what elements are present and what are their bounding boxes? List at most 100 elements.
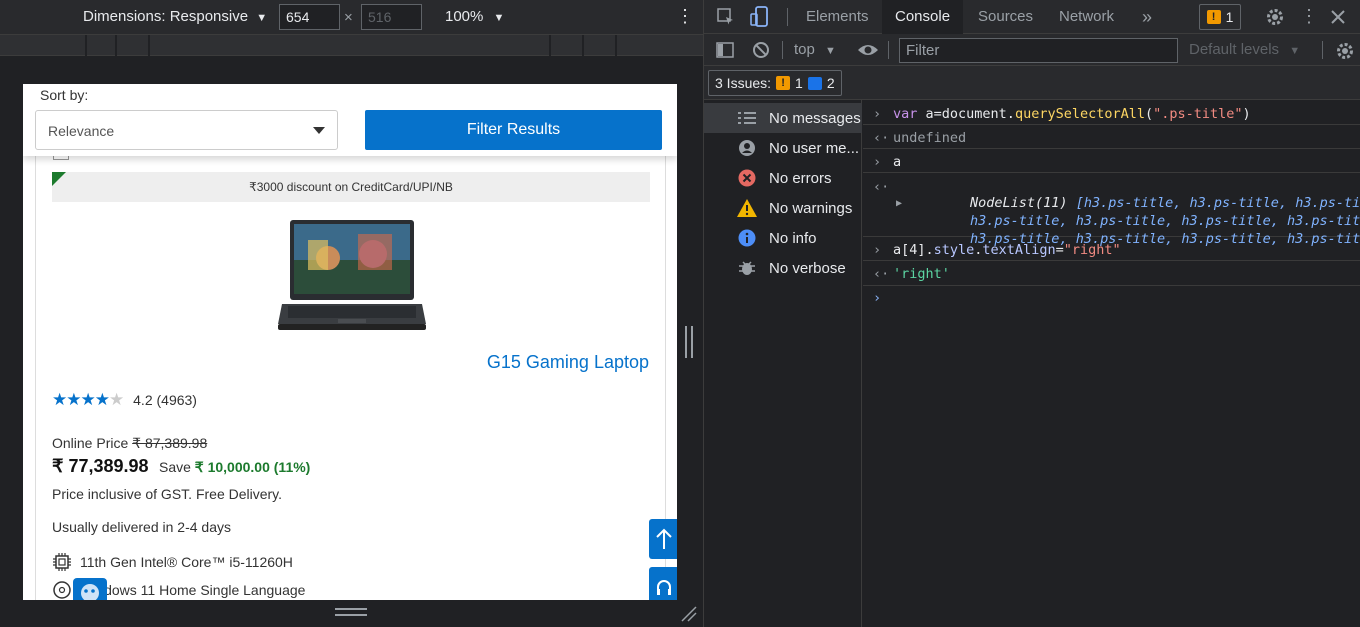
resize-bottom-handle[interactable] <box>335 608 367 616</box>
console-prompt[interactable]: › <box>863 286 1360 308</box>
save-label: Save ₹ 10,000.00 (11%) <box>158 459 311 475</box>
support-button[interactable] <box>649 567 677 600</box>
emulated-viewport: Sort by: Relevance Filter Results ₹3000 … <box>23 84 677 600</box>
promo-banner: ₹3000 discount on CreditCard/UPI/NB <box>52 172 650 202</box>
console-settings-icon[interactable] <box>1335 41 1355 61</box>
chevron-right-icon: › <box>873 154 882 170</box>
spec-cpu: 11th Gen Intel® Core™ i5-11260H <box>52 552 293 572</box>
resize-corner-icon[interactable] <box>680 605 698 623</box>
dimensions-dropdown[interactable]: Dimensions: Responsive ▼ <box>83 8 267 25</box>
error-icon <box>737 168 757 188</box>
sidebar-item-label: No verbose <box>769 259 846 277</box>
tab-elements[interactable]: Elements <box>793 0 882 34</box>
caret-down-icon <box>313 127 325 134</box>
issues-info-count: 2 <box>826 75 835 91</box>
star-icon: ★ <box>94 390 110 409</box>
tab-console[interactable]: Console <box>882 0 964 34</box>
device-toggle-icon[interactable] <box>750 6 770 28</box>
bug-icon <box>737 258 757 278</box>
rating-text: 4.2 (4963) <box>133 392 197 408</box>
sort-select[interactable]: Relevance <box>35 110 338 150</box>
sidebar-item-verbose[interactable]: No verbose <box>704 253 862 283</box>
clear-console-icon[interactable] <box>752 41 770 59</box>
online-price-label: Online Price <box>52 435 129 451</box>
warning-badge-icon: ! <box>776 76 791 90</box>
tab-network[interactable]: Network <box>1046 0 1127 34</box>
user-icon <box>737 138 757 158</box>
star-icon: ★ <box>52 390 67 409</box>
console-result-nodelist[interactable]: ‹· NodeList(11) [h3.ps-title, h3.ps-titl… <box>863 173 1360 247</box>
media-query-ruler[interactable] <box>0 34 703 56</box>
sidebar-item-warnings[interactable]: No warnings <box>704 193 862 223</box>
chevron-down-icon: ▼ <box>825 45 836 57</box>
back-to-top-button[interactable] <box>649 519 677 559</box>
warning-badge-icon: ! <box>1206 10 1221 24</box>
device-emulation-pane: Dimensions: Responsive ▼ 654 × 516 100% … <box>0 0 703 627</box>
sidebar-item-user-messages[interactable]: No user me... <box>704 133 862 163</box>
chat-icon[interactable] <box>73 578 107 600</box>
return-arrow-icon: ‹· <box>873 266 890 282</box>
save-amount: ₹ 10,000.00 (11%) <box>194 459 311 475</box>
online-price-old: ₹ 87,389.98 <box>132 435 208 451</box>
product-card: ₹3000 discount on CreditCard/UPI/NB G15 … <box>35 150 666 600</box>
chevron-down-icon: ▼ <box>256 12 268 24</box>
arrow-up-icon <box>656 528 672 549</box>
more-options-icon[interactable]: ⋮ <box>1300 6 1318 27</box>
console-toolbar: top ▼ Filter Default levels ▼ <box>704 34 1360 66</box>
warning-icon <box>737 198 757 218</box>
zoom-label: 100% <box>445 8 484 25</box>
sidebar-item-label: No info <box>769 229 817 247</box>
resize-right-handle[interactable] <box>685 326 693 358</box>
issues-button[interactable]: 3 Issues: ! 1 2 <box>708 70 842 96</box>
chevron-down-icon: ▼ <box>1289 45 1301 57</box>
price-row: ₹ 77,389.98 Save ₹ 10,000.00 (11%) <box>52 456 310 477</box>
issues-count: 1 <box>1225 9 1234 25</box>
dimensions-label: Dimensions: Responsive <box>83 8 249 25</box>
more-options-icon[interactable]: ⋮ <box>676 6 694 27</box>
console-input-line: › var a=document.querySelectorAll(".ps-t… <box>863 100 1360 125</box>
context-selector[interactable]: top ▼ <box>794 41 836 58</box>
settings-icon[interactable] <box>1265 7 1285 27</box>
console-input-line: › a <box>863 149 1360 173</box>
sidebar-item-label: No errors <box>769 169 832 187</box>
live-expression-eye-icon[interactable] <box>857 42 879 58</box>
sidebar-item-label: No messages <box>769 109 861 127</box>
laptop-image[interactable] <box>278 220 426 332</box>
info-icon <box>737 228 757 248</box>
issues-counter-button[interactable]: ! 1 <box>1199 4 1241 30</box>
console-filter-input[interactable]: Filter <box>899 38 1178 63</box>
zoom-dropdown[interactable]: 100% ▼ <box>445 8 504 25</box>
log-levels-dropdown[interactable]: Default levels ▼ <box>1189 41 1300 58</box>
sidebar-item-info[interactable]: No info <box>704 223 862 253</box>
width-input[interactable]: 654 <box>279 4 340 30</box>
height-input[interactable]: 516 <box>361 4 422 30</box>
inspect-element-icon[interactable] <box>717 8 735 26</box>
times-sign: × <box>344 9 353 26</box>
sort-label: Sort by: <box>40 87 89 103</box>
star-icon: ★ <box>66 390 81 409</box>
issues-bar: 3 Issues: ! 1 2 <box>704 66 1360 100</box>
sort-filter-panel: Sort by: Relevance Filter Results <box>23 84 677 156</box>
star-icon: ★ <box>80 390 96 409</box>
promo-flag-icon <box>52 172 66 186</box>
spec-os-text: Windows 11 Home Single Language <box>80 582 306 598</box>
sidebar-item-messages[interactable]: No messages <box>704 103 862 133</box>
filter-results-button[interactable]: Filter Results <box>365 110 662 150</box>
devtools-tabbar: Elements Console Sources Network » ! 1 ⋮ <box>704 0 1360 34</box>
console-input-line: › a[4].style.textAlign="right" <box>863 237 1360 261</box>
sidebar-item-errors[interactable]: No errors <box>704 163 862 193</box>
issues-label: 3 Issues: <box>715 75 772 91</box>
sale-price: ₹ 77,389.98 <box>52 456 149 476</box>
info-badge-icon <box>807 76 822 90</box>
more-tabs-icon[interactable]: » <box>1129 0 1165 34</box>
log-levels-label: Default levels <box>1189 41 1280 58</box>
delivery-note: Usually delivered in 2-4 days <box>52 519 231 535</box>
sidebar-item-label: No user me... <box>769 139 860 157</box>
expand-triangle-icon[interactable]: ▶ <box>896 198 902 209</box>
product-title[interactable]: G15 Gaming Laptop <box>487 352 649 373</box>
online-price: Online Price ₹ 87,389.98 <box>52 435 207 452</box>
close-icon[interactable] <box>1330 9 1346 25</box>
sidebar-toggle-icon[interactable] <box>716 41 734 59</box>
star-empty-icon: ★ <box>109 390 124 409</box>
tab-sources[interactable]: Sources <box>965 0 1046 34</box>
